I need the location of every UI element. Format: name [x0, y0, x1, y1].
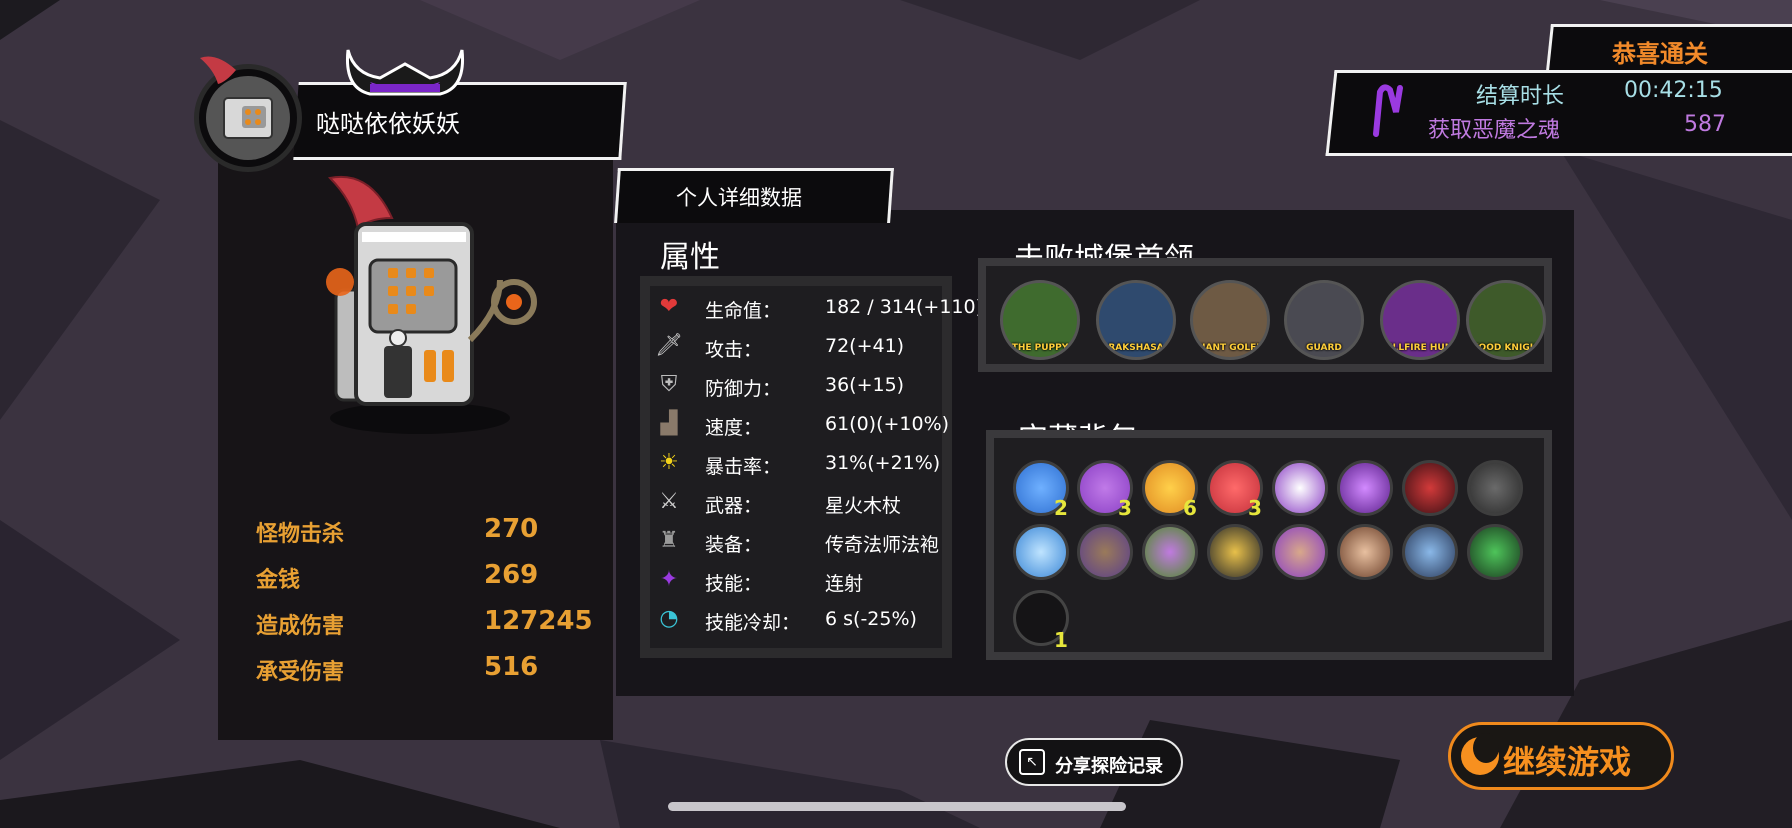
- bag-item-count: 3: [1118, 496, 1132, 520]
- bag-item-ankh[interactable]: [1402, 524, 1458, 580]
- attr-label-hp: 生命值：: [705, 300, 782, 322]
- continue-button-label: 继续游戏: [1503, 743, 1632, 781]
- damage-dealt-value: 127245: [484, 606, 593, 636]
- bag-item-amulet[interactable]: [1207, 524, 1263, 580]
- duration-value: 00:42:15: [1624, 78, 1723, 103]
- home-indicator[interactable]: [668, 802, 1126, 811]
- attr-label-crit: 暴击率：: [705, 456, 782, 478]
- attr-label-attack: 攻击：: [705, 339, 763, 361]
- souls-label: 获取恶魔之魂: [1428, 118, 1561, 143]
- sun-icon: ☀: [659, 450, 679, 475]
- bag-item-map[interactable]: [1272, 524, 1328, 580]
- shield-icon: ⛨: [660, 372, 678, 397]
- bag-item-count: 6: [1183, 496, 1197, 520]
- attr-value-hp: 182 / 314(+110): [825, 296, 984, 318]
- boss-name: THE PUPPY: [1011, 343, 1069, 353]
- bag-item-clover[interactable]: [1467, 524, 1523, 580]
- attr-value-attack: 72(+41): [825, 335, 905, 357]
- boss-rakshasa[interactable]: RAKSHASA: [1096, 280, 1176, 360]
- bag-item-stone[interactable]: [1467, 460, 1523, 516]
- bag-grid: [994, 438, 1544, 652]
- attr-value-defense: 36(+15): [825, 374, 905, 396]
- heart-icon: ❤: [659, 294, 679, 319]
- bag-item-snowflake[interactable]: [1013, 524, 1069, 580]
- boss-name: HELLFIRE HUNTER: [1380, 343, 1459, 353]
- attr-value-skill: 连射: [825, 573, 864, 595]
- armor-icon: ♜: [659, 528, 679, 553]
- skill-icon: ✦: [659, 567, 679, 592]
- knight-character: [326, 175, 537, 434]
- bag-item-purple-blade[interactable]: [1337, 460, 1393, 516]
- soul-icon: [1373, 84, 1403, 137]
- attr-value-weapon: 星火木杖: [825, 495, 902, 517]
- tab-details-label: 个人详细数据: [676, 186, 802, 210]
- bag-item-meat[interactable]: [1337, 524, 1393, 580]
- bag-item-plant[interactable]: [1142, 524, 1198, 580]
- attr-label-skill: 技能：: [705, 573, 763, 595]
- boot-icon: ▟: [660, 411, 678, 436]
- boss-hellfire-hunter[interactable]: HELLFIRE HUNTER: [1380, 280, 1460, 360]
- boss-giant-golem[interactable]: GIANT GOLEM: [1190, 280, 1270, 360]
- attr-label-weapon: 武器：: [705, 495, 763, 517]
- share-button-label: 分享探险记录: [1055, 756, 1163, 777]
- souls-value: 587: [1684, 112, 1726, 137]
- sword-icon: 🗡: [655, 333, 683, 358]
- attr-label-speed: 速度：: [705, 417, 763, 439]
- attr-value-cooldown: 6 s(-25%): [825, 608, 917, 630]
- boss-name: GIANT GOLEM: [1194, 343, 1266, 353]
- damage-taken-value: 516: [484, 652, 539, 682]
- boss-name: RAKSHASA: [1108, 343, 1164, 353]
- boss-wood-knight[interactable]: WOOD KNIGHT: [1466, 280, 1546, 360]
- result-title: 恭喜通关: [1612, 40, 1708, 68]
- bag-item-white-orb[interactable]: [1272, 460, 1328, 516]
- boss-name: GUARD: [1306, 343, 1342, 353]
- bag-item-red-bird[interactable]: [1402, 460, 1458, 516]
- attr-label-armor: 装备：: [705, 534, 763, 556]
- boss-the-puppy[interactable]: THE PUPPY: [1000, 280, 1080, 360]
- damage-dealt-label: 造成伤害: [256, 614, 345, 639]
- cooldown-icon: ◔: [659, 606, 679, 631]
- player-name: 哒哒依依妖妖: [316, 110, 460, 138]
- gold-value: 269: [484, 560, 539, 590]
- share-icon: ↖: [1019, 749, 1045, 775]
- damage-taken-label: 承受伤害: [256, 660, 345, 685]
- weapon-icon: ⚔: [659, 489, 679, 514]
- avatar-image: [206, 76, 290, 160]
- demon-horns-icon: [345, 49, 465, 96]
- boss-guard[interactable]: GUARD: [1284, 280, 1364, 360]
- bag-item-count: 3: [1248, 496, 1262, 520]
- attr-value-crit: 31%(+21%): [825, 452, 941, 474]
- attr-label-cooldown: 技能冷却：: [705, 612, 801, 634]
- bag-item-count: 1: [1054, 628, 1068, 652]
- continue-button[interactable]: 继续游戏: [1448, 722, 1674, 790]
- kills-label: 怪物击杀: [256, 522, 345, 547]
- duration-label: 结算时长: [1476, 84, 1565, 109]
- share-button[interactable]: ↖ 分享探险记录: [1005, 738, 1183, 786]
- bag-item-count: 2: [1054, 496, 1068, 520]
- kills-value: 270: [484, 514, 539, 544]
- attr-value-armor: 传奇法师法袍: [825, 534, 940, 556]
- attr-value-speed: 61(0)(+10%): [825, 413, 950, 435]
- gold-label: 金钱: [256, 568, 301, 593]
- attr-label-defense: 防御力：: [705, 378, 782, 400]
- attributes-title: 属性: [660, 240, 720, 275]
- boss-name: WOOD KNIGHT: [1468, 343, 1544, 353]
- plume-icon: [200, 56, 236, 84]
- bag-item-seeds[interactable]: [1077, 524, 1133, 580]
